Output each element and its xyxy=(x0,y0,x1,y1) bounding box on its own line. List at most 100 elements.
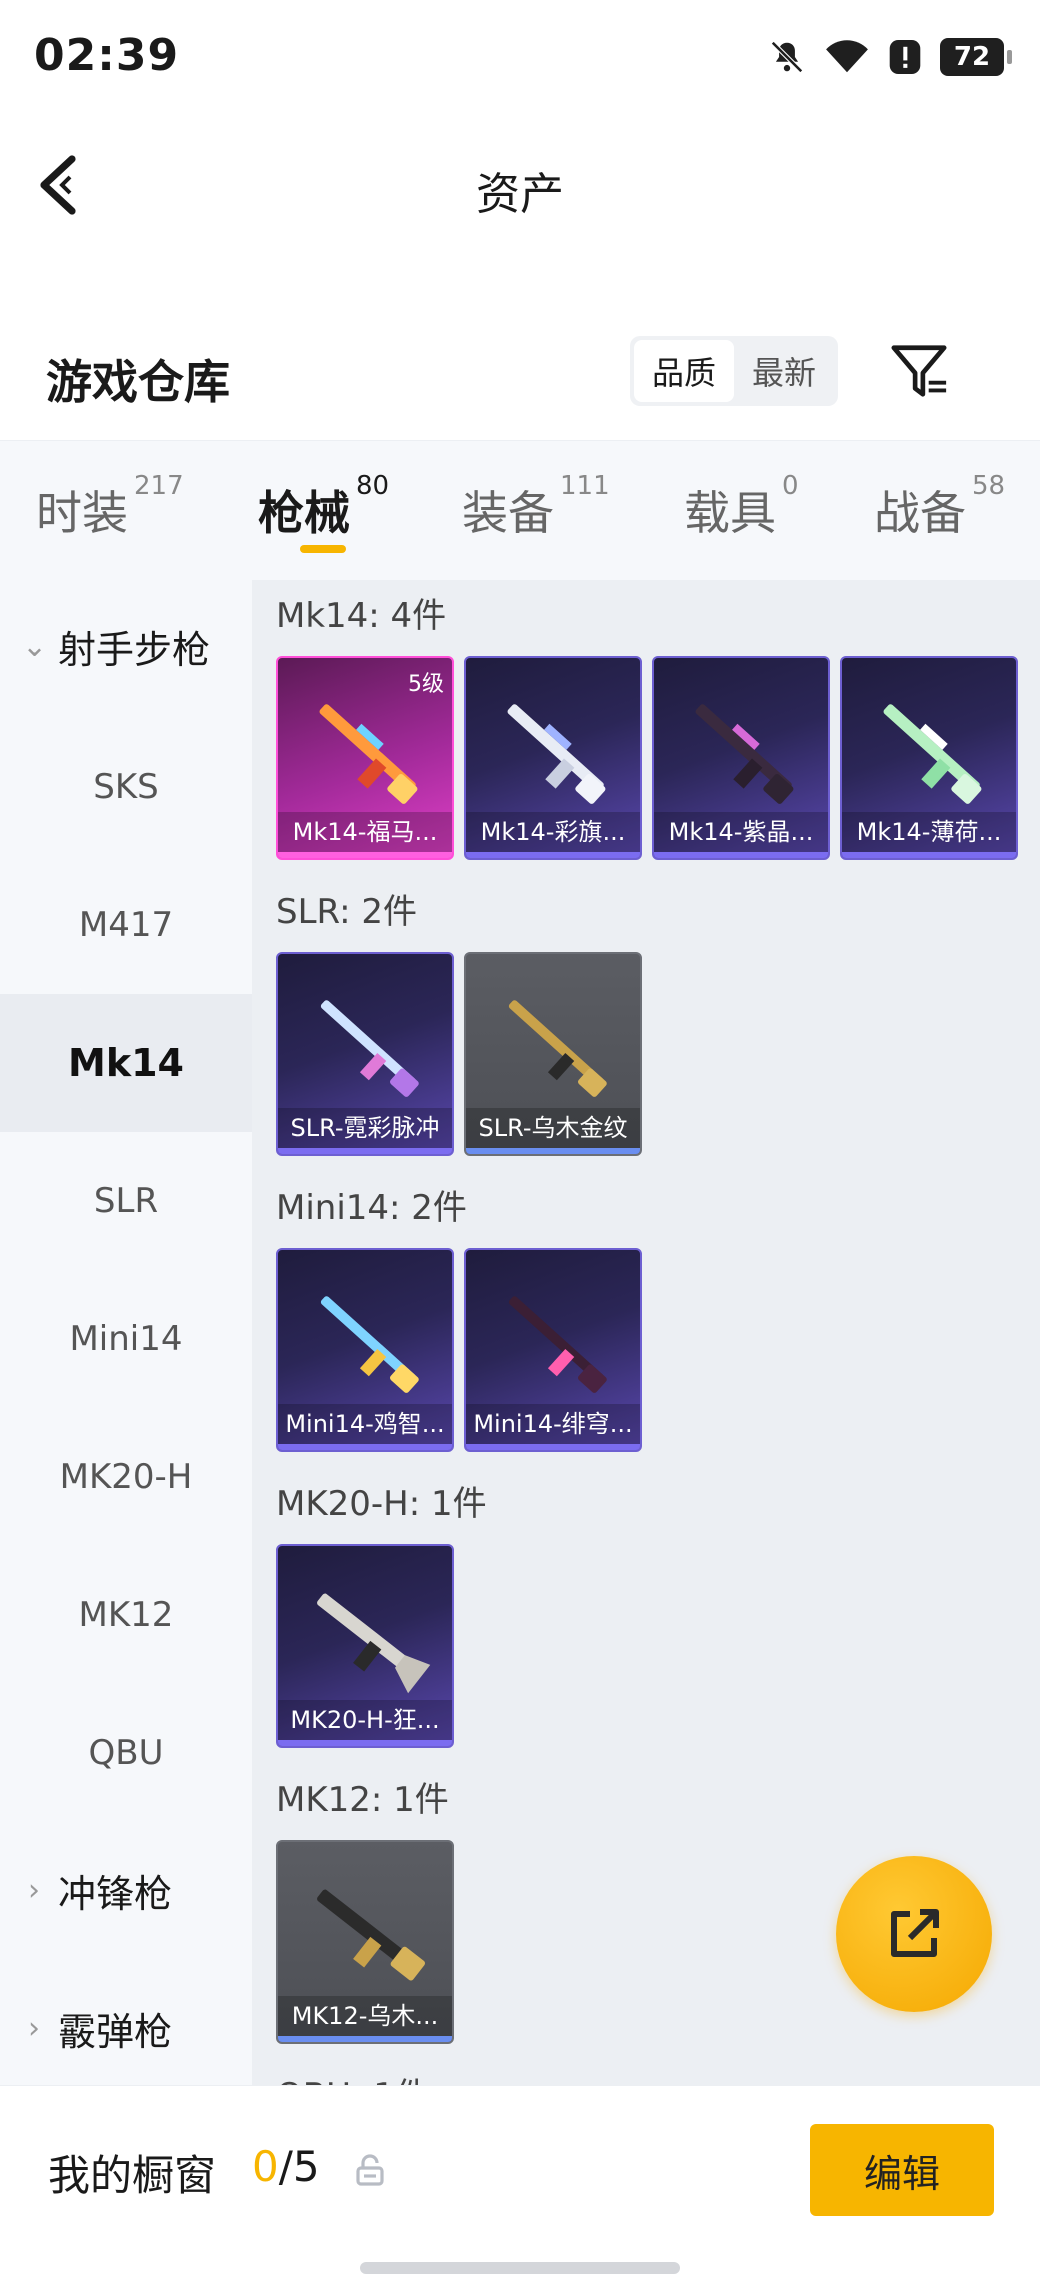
weapon-name: Mk14-福马... xyxy=(278,812,452,852)
weapon-card[interactable]: Mini14-鸡智... xyxy=(276,1248,454,1452)
section-title: QBU: 1件 xyxy=(276,2068,429,2085)
section-title: SLR: 2件 xyxy=(276,892,417,932)
showcase-count-current: 0 xyxy=(252,2142,279,2191)
section-title: Mk14: 4件 xyxy=(276,596,447,636)
showcase-title: 我的橱窗 xyxy=(48,2151,217,2200)
weapon-card[interactable]: Mk14-薄荷... xyxy=(840,656,1018,860)
weapon-card[interactable]: 5级 Mk14-福马... xyxy=(276,656,454,860)
status-icons: 72 xyxy=(768,38,1012,76)
sidebar-item-slr[interactable]: SLR xyxy=(0,1132,252,1270)
rarity-strip xyxy=(278,1740,452,1746)
filter-icon xyxy=(891,345,947,397)
tab-label: 装备 xyxy=(462,486,554,540)
sidebar-group-shotgun[interactable]: › 霰弹枪 xyxy=(0,1968,252,2088)
rarity-strip xyxy=(654,852,828,858)
weapon-card[interactable]: MK12-乌木... xyxy=(276,1840,454,2044)
sidebar-item-sks[interactable]: SKS xyxy=(0,718,252,856)
tab-label: 载具 xyxy=(684,486,776,540)
rarity-strip xyxy=(278,2036,452,2042)
warehouse-title: 游戏仓库 xyxy=(46,355,230,409)
warehouse-header: 游戏仓库 品质 最新 xyxy=(0,320,1040,440)
battery-indicator: 72 xyxy=(940,38,1012,76)
sidebar-item-mk20h[interactable]: MK20-H xyxy=(0,1408,252,1546)
tab-count: 80 xyxy=(356,471,390,501)
weapon-sidebar: ⌄ 射手步枪 SKS M417 Mk14 SLR Mini14 MK20-H M… xyxy=(0,580,252,2085)
rifle-icon xyxy=(317,1593,431,1694)
weapon-name: Mk14-薄荷... xyxy=(842,812,1016,852)
tab-count: 217 xyxy=(134,471,184,501)
sidebar-item-mk14[interactable]: Mk14 xyxy=(0,994,252,1132)
weapon-card[interactable]: SLR-乌木金纹 xyxy=(464,952,642,1156)
tab-count: 58 xyxy=(972,471,1006,501)
share-button[interactable] xyxy=(836,1856,992,2012)
showcase-count-separator: / xyxy=(278,2142,293,2191)
tab-label: 战备 xyxy=(874,486,966,540)
weapon-name: Mk14-紫晶... xyxy=(654,812,828,852)
weapon-card[interactable]: MK20-H-狂... xyxy=(276,1544,454,1748)
page-title: 资产 xyxy=(476,169,564,220)
sidebar-group-label: 冲锋枪 xyxy=(58,1871,173,1916)
rarity-strip xyxy=(278,1148,452,1154)
home-indicator[interactable] xyxy=(360,2262,680,2274)
showcase-bar: 我的橱窗 0/5 编辑 xyxy=(0,2085,1040,2296)
filter-button[interactable] xyxy=(888,340,950,402)
tab-count: 0 xyxy=(782,471,799,501)
rarity-strip xyxy=(466,1148,640,1154)
section-title: MK12: 1件 xyxy=(276,1780,449,1820)
top-header: 资产 xyxy=(0,120,1040,250)
chevron-down-icon: ⌄ xyxy=(22,628,48,664)
rifle-icon xyxy=(508,1000,607,1097)
weapon-card[interactable]: SLR-霓彩脉冲 xyxy=(276,952,454,1156)
rifle-icon xyxy=(320,1296,419,1393)
sort-toggle: 品质 最新 xyxy=(630,336,838,406)
tab-label: 枪械 xyxy=(258,486,350,540)
sidebar-group-smg[interactable]: › 冲锋枪 xyxy=(0,1830,252,1950)
rarity-strip xyxy=(278,1444,452,1450)
sidebar-group-marksman[interactable]: ⌄ 射手步枪 xyxy=(0,586,252,706)
rifle-icon xyxy=(508,1296,607,1393)
chevron-right-icon: › xyxy=(28,2010,40,2046)
weapon-name: MK12-乌木... xyxy=(278,1996,452,2036)
sidebar-group-label: 射手步枪 xyxy=(58,627,211,672)
weapon-name: MK20-H-狂... xyxy=(278,1700,452,1740)
wifi-icon xyxy=(826,40,868,73)
sidebar-item-mini14[interactable]: Mini14 xyxy=(0,1270,252,1408)
rarity-strip xyxy=(466,1444,640,1450)
rifle-icon xyxy=(883,704,982,804)
sort-quality-button[interactable]: 品质 xyxy=(634,340,734,402)
sort-latest-button[interactable]: 最新 xyxy=(734,340,834,402)
rarity-strip xyxy=(842,852,1016,858)
edit-button[interactable]: 编辑 xyxy=(810,2124,994,2216)
sidebar-group-label: 霰弹枪 xyxy=(58,2009,173,2054)
tab-equipment[interactable]: 装备 111 xyxy=(462,471,610,543)
weapon-name: Mini14-鸡智... xyxy=(278,1404,452,1444)
showcase-count-max: 5 xyxy=(292,2142,320,2191)
tab-supplies[interactable]: 战备 58 xyxy=(874,471,1005,543)
rifle-icon xyxy=(320,1000,419,1097)
sidebar-item-m417[interactable]: M417 xyxy=(0,856,252,994)
section-title: Mini14: 2件 xyxy=(276,1188,467,1228)
tab-label: 时装 xyxy=(36,486,128,540)
rarity-strip xyxy=(466,852,640,858)
chevron-right-icon: › xyxy=(28,1872,40,1908)
tab-vehicles[interactable]: 载具 0 xyxy=(684,471,799,543)
tab-fashion[interactable]: 时装 217 xyxy=(36,471,184,543)
weapon-name: SLR-乌木金纹 xyxy=(466,1108,640,1148)
weapon-name: SLR-霓彩脉冲 xyxy=(278,1108,452,1148)
weapon-card[interactable]: Mk14-彩旗... xyxy=(464,656,642,860)
external-link-icon xyxy=(891,1909,939,1957)
sidebar-item-qbu[interactable]: QBU xyxy=(0,1684,252,1822)
weapon-card[interactable]: Mini14-绯穹... xyxy=(464,1248,642,1452)
rifle-icon xyxy=(695,704,794,804)
tab-firearms[interactable]: 枪械 80 xyxy=(258,471,389,543)
category-tabs: 时装 217 枪械 80 装备 111 载具 0 战备 58 xyxy=(0,440,1040,581)
showcase-count: 0/5 xyxy=(252,2142,320,2191)
sidebar-item-mk12[interactable]: MK12 xyxy=(0,1546,252,1684)
rifle-icon xyxy=(507,704,606,804)
status-time: 02:39 xyxy=(34,30,180,81)
weapon-card[interactable]: Mk14-紫晶... xyxy=(652,656,830,860)
status-bar: 02:39 72 xyxy=(0,0,1040,120)
rifle-icon xyxy=(317,1889,426,1981)
alert-icon xyxy=(889,40,921,74)
lock-icon xyxy=(356,2154,384,2186)
